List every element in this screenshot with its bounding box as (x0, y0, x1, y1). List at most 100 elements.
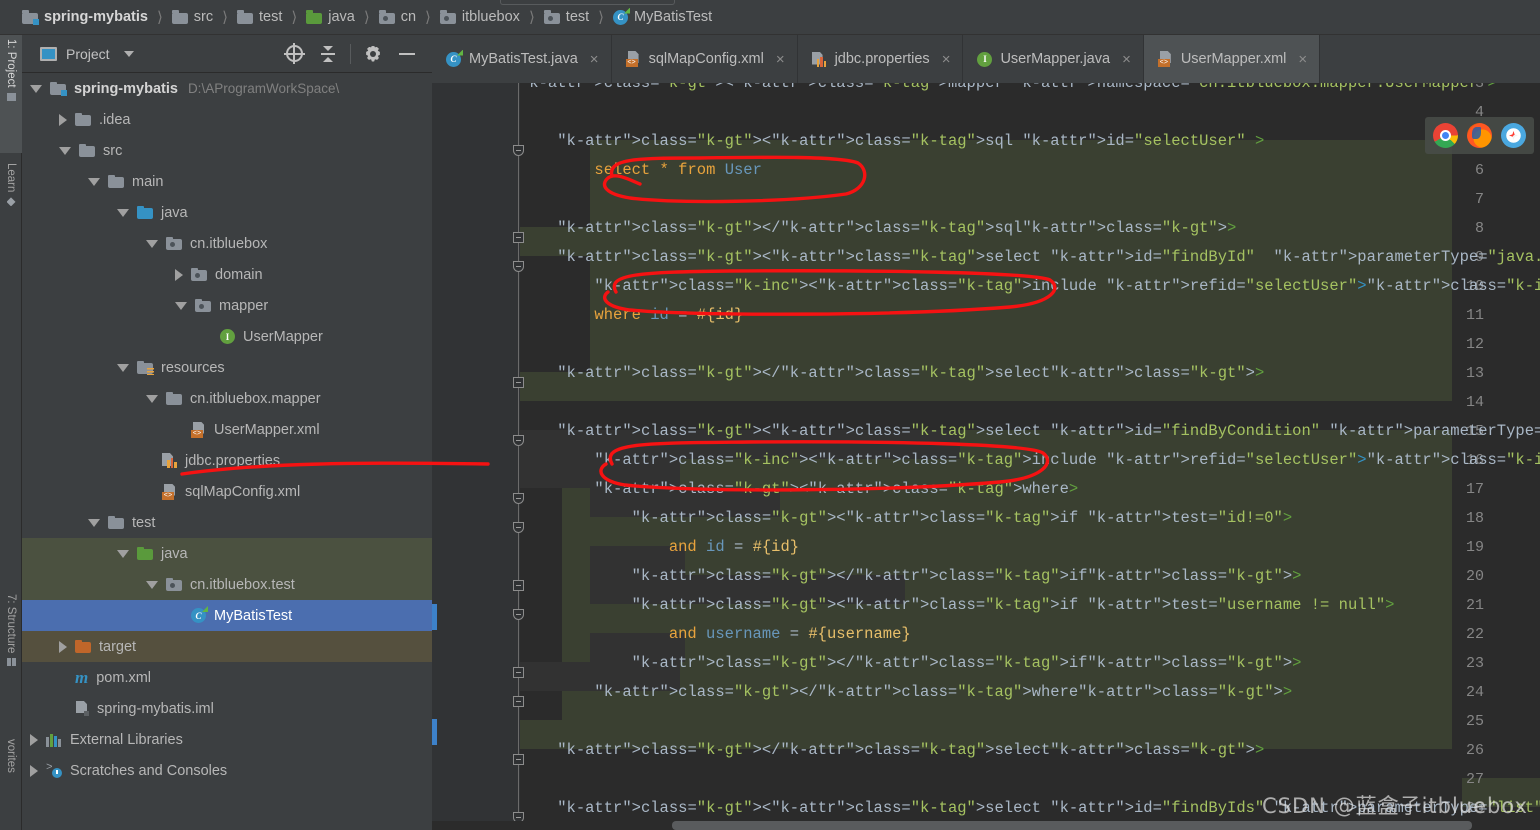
tree-item-spring-mybatis[interactable]: spring-mybatis D:\AProgramWorkSpace\ (22, 73, 432, 104)
tool-tab-structure[interactable]: 7: Structure (0, 590, 22, 722)
tree-item-label: jdbc.properties (185, 452, 281, 469)
collapse-all-button[interactable] (311, 35, 345, 73)
tree-item-cn-itbluebox[interactable]: cn.itbluebox (22, 228, 432, 259)
tree-item-java[interactable]: java (22, 197, 432, 228)
tree-expand-arrow[interactable] (88, 177, 100, 186)
breadcrumb-item-test-pkg[interactable]: test (543, 0, 589, 35)
code-line-8: "k-attr">class="k-gt"></"k-attr">class="… (557, 219, 1237, 237)
tree-expand-arrow[interactable] (117, 549, 129, 558)
firefox-icon[interactable] (1467, 123, 1492, 148)
tree-item-target[interactable]: target (22, 631, 432, 662)
breadcrumb-item-spring-mybatis[interactable]: spring-mybatis (22, 0, 148, 35)
xml-file-icon: <> (162, 483, 177, 500)
tree-expand-arrow[interactable] (146, 394, 158, 403)
editor-tab-bar[interactable]: C MyBatisTest.java × <> sqlMapConfig.xml × jdb… (432, 35, 1540, 83)
folder-icon (171, 10, 188, 24)
close-icon[interactable]: × (1298, 51, 1307, 68)
tree-item-spring-mybatis-iml[interactable]: spring-mybatis.iml (22, 693, 432, 724)
tree-item-label: .idea (99, 111, 131, 128)
settings-button[interactable] (356, 35, 390, 73)
tree-item-label: cn.itbluebox.test (190, 576, 295, 593)
tool-tab-label: vorites (5, 739, 17, 773)
tree-item-src[interactable]: src (22, 135, 432, 166)
tree-item-main[interactable]: main (22, 166, 432, 197)
learn-icon (6, 197, 16, 207)
breadcrumb-item-test[interactable]: test (237, 0, 282, 35)
tree-expand-arrow[interactable] (146, 457, 154, 465)
tree-item-java[interactable]: java (22, 538, 432, 569)
tree-item-sqlmapconfig-xml[interactable]: <> sqlMapConfig.xml (22, 476, 432, 507)
properties-file-icon (162, 453, 177, 468)
breadcrumb-item-cn[interactable]: cn (378, 0, 416, 35)
tree-expand-arrow[interactable] (204, 333, 212, 341)
editor-tab-mybatistest-java[interactable]: C MyBatisTest.java × (432, 35, 612, 83)
breadcrumb-label: src (193, 9, 214, 25)
tree-expand-arrow[interactable] (146, 488, 154, 496)
tree-item-usermapper-xml[interactable]: <> UserMapper.xml (22, 414, 432, 445)
project-tree[interactable]: spring-mybatis D:\AProgramWorkSpace\ .idea… (22, 73, 432, 830)
code-line-21: "k-attr">class="k-gt"><"k-attr">class="k… (631, 596, 1395, 614)
hide-panel-button[interactable] (390, 35, 424, 73)
tree-expand-arrow[interactable] (175, 612, 183, 620)
editor-tab-sqlmapconfig-xml[interactable]: <> sqlMapConfig.xml × (612, 35, 798, 83)
tree-item-domain[interactable]: domain (22, 259, 432, 290)
tree-expand-arrow[interactable] (30, 733, 38, 746)
tool-tab-project[interactable]: 1: Project (0, 35, 22, 153)
code-text-area[interactable]: "k-attr">class="k-gt"><"k-attr">class="k… (520, 83, 1540, 830)
horizontal-scrollbar-track[interactable] (432, 821, 1540, 830)
tree-expand-arrow[interactable] (88, 518, 100, 527)
tree-item-test[interactable]: test (22, 507, 432, 538)
tree-expand-arrow[interactable] (30, 764, 38, 777)
tree-item-resources[interactable]: resources (22, 352, 432, 383)
tree-item-usermapper[interactable]: I UserMapper (22, 321, 432, 352)
editor-tab-jdbc-properties[interactable]: jdbc.properties × (798, 35, 964, 83)
tree-expand-arrow[interactable] (59, 113, 67, 126)
close-icon[interactable]: × (1122, 51, 1131, 68)
tree-item-mybatistest[interactable]: C MyBatisTest (22, 600, 432, 631)
tool-tab-learn[interactable]: Learn (0, 159, 22, 251)
editor-gutter[interactable] (432, 83, 520, 830)
tool-tab-favorites[interactable]: vorites (0, 735, 22, 830)
tree-expand-arrow[interactable] (59, 705, 67, 713)
tree-item-external-libraries[interactable]: External Libraries (22, 724, 432, 755)
editor-tab-usermapper-xml[interactable]: <> UserMapper.xml × (1143, 35, 1321, 83)
close-icon[interactable]: × (942, 51, 951, 68)
tree-item--idea[interactable]: .idea (22, 104, 432, 135)
project-panel-header: Project (22, 35, 432, 73)
tree-expand-arrow[interactable] (175, 268, 183, 281)
panel-title: Project (66, 45, 110, 62)
tree-expand-arrow[interactable] (59, 640, 67, 653)
horizontal-scrollbar-thumb[interactable] (672, 821, 1472, 830)
breadcrumb-item-src[interactable]: src (171, 0, 214, 35)
tree-expand-arrow[interactable] (146, 239, 158, 248)
close-icon[interactable]: × (776, 51, 785, 68)
tree-expand-arrow[interactable] (146, 580, 158, 589)
tree-expand-arrow[interactable] (59, 146, 71, 155)
breadcrumb-item-itbluebox[interactable]: itbluebox (439, 0, 520, 35)
tree-expand-arrow[interactable] (117, 363, 129, 372)
tree-item-mapper[interactable]: mapper (22, 290, 432, 321)
tree-item-scratches-and-consoles[interactable]: >_ Scratches and Consoles (22, 755, 432, 786)
tree-expand-arrow[interactable] (117, 208, 129, 217)
tree-item-cn-itbluebox-test[interactable]: cn.itbluebox.test (22, 569, 432, 600)
breadcrumb-label: spring-mybatis (44, 9, 148, 25)
close-icon[interactable]: × (590, 51, 599, 68)
chevron-down-icon[interactable] (123, 50, 134, 57)
safari-icon[interactable] (1501, 123, 1526, 148)
tree-item-jdbc-properties[interactable]: jdbc.properties (22, 445, 432, 476)
code-editor[interactable]: 3456789101112131415161718192021222324252… (432, 83, 1540, 830)
tree-expand-arrow[interactable] (175, 426, 183, 434)
tree-expand-arrow[interactable] (30, 84, 42, 93)
tree-item-label: UserMapper (243, 328, 323, 345)
tree-expand-arrow[interactable] (175, 301, 187, 310)
tree-item-cn-itbluebox-mapper[interactable]: cn.itbluebox.mapper (22, 383, 432, 414)
select-opened-file-button[interactable] (277, 35, 311, 73)
editor-tab-usermapper-java[interactable]: I UserMapper.java × (963, 35, 1144, 83)
chrome-icon[interactable] (1433, 123, 1458, 148)
breadcrumb-item-mybatistest[interactable]: C MyBatisTest (613, 0, 712, 35)
tree-item-pom-xml[interactable]: m pom.xml (22, 662, 432, 693)
tree-expand-arrow[interactable] (59, 674, 67, 682)
folder-green-icon (306, 10, 323, 24)
breadcrumb-item-java[interactable]: java (306, 0, 355, 35)
browser-run-toolbar[interactable] (1425, 117, 1534, 154)
